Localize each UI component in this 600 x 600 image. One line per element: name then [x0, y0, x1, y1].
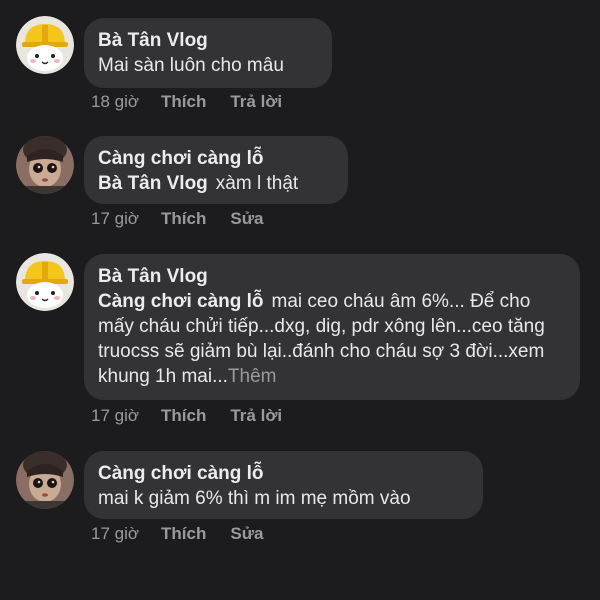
doll-avatar-icon — [16, 136, 74, 194]
comment-text: mai k giảm 6% thì m im mẹ mồm vào — [98, 486, 469, 511]
like-button[interactable]: Thích — [161, 524, 206, 544]
comment-author[interactable]: Càng chơi càng lỗ — [98, 461, 469, 486]
reply-button[interactable]: Trả lời — [230, 92, 282, 112]
comment-text: Bà Tân Vlog xàm l thật — [98, 171, 334, 196]
comment-time: 18 giờ — [91, 92, 140, 111]
avatar[interactable] — [16, 16, 74, 74]
mention-link[interactable]: Càng chơi càng lỗ — [98, 291, 264, 312]
comment-author[interactable]: Bà Tân Vlog — [98, 264, 566, 289]
comment-actions: 18 giờ Thích Trả lời — [91, 92, 306, 112]
comment-text: Càng chơi càng lỗ mai ceo cháu âm 6%... Đ… — [98, 289, 566, 389]
doll-avatar-icon — [16, 451, 74, 509]
avatar[interactable] — [16, 253, 74, 311]
comment-bubble: Càng chơi càng lỗ mai k giảm 6% thì m im… — [84, 451, 483, 519]
comment-bubble: Càng chơi càng lỗ Bà Tân Vlog xàm l thật — [84, 136, 348, 204]
mention-link[interactable]: Bà Tân Vlog — [98, 173, 208, 194]
avatar[interactable] — [16, 451, 74, 509]
avatar[interactable] — [16, 136, 74, 194]
comment-actions: 17 giờ Thích Sửa — [91, 209, 287, 229]
comment-text-body: mai k giảm 6% thì m im mẹ mồm vào — [98, 488, 411, 509]
comment-author[interactable]: Bà Tân Vlog — [98, 28, 318, 53]
comment-actions: 17 giờ Thích Sửa — [91, 524, 287, 544]
comment-text: Mai sàn luôn cho mâu — [98, 53, 318, 78]
comment-text-body: xàm l thật — [215, 173, 299, 194]
comment-actions: 17 giờ Thích Trả lời — [91, 406, 306, 426]
see-more-link[interactable]: Thêm — [228, 366, 277, 387]
comment-time: 17 giờ — [91, 406, 140, 425]
edit-button[interactable]: Sửa — [230, 209, 263, 229]
edit-button[interactable]: Sửa — [230, 524, 263, 544]
like-button[interactable]: Thích — [161, 92, 206, 112]
like-button[interactable]: Thích — [161, 209, 206, 229]
comment-thread: Bà Tân Vlog Mai sàn luôn cho mâu 18 giờ T… — [0, 0, 600, 600]
reply-button[interactable]: Trả lời — [230, 406, 282, 426]
comment-time: 17 giờ — [91, 524, 140, 543]
comment-author[interactable]: Càng chơi càng lỗ — [98, 146, 334, 171]
comment-bubble: Bà Tân Vlog Mai sàn luôn cho mâu — [84, 18, 332, 88]
comment-time: 17 giờ — [91, 209, 140, 228]
like-button[interactable]: Thích — [161, 406, 206, 426]
yellow-helmet-avatar-icon — [16, 253, 74, 311]
yellow-helmet-avatar-icon — [16, 16, 74, 74]
comment-text-body: Mai sàn luôn cho mâu — [98, 55, 284, 76]
comment-bubble: Bà Tân Vlog Càng chơi càng lỗ mai ceo chá… — [84, 254, 580, 400]
